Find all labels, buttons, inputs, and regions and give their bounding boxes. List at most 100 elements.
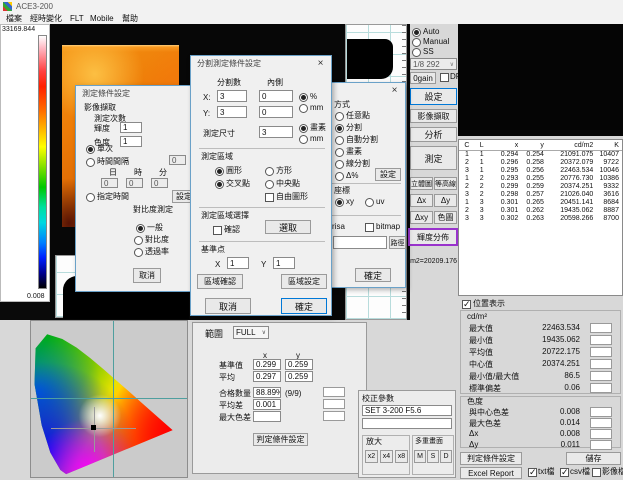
calibration-value-field-2[interactable] bbox=[362, 418, 452, 429]
stat-flag-box[interactable] bbox=[590, 440, 612, 450]
settings-button[interactable]: 設定 bbox=[410, 88, 457, 105]
table-row[interactable]: 310.2950.25622463.53410046 bbox=[459, 167, 622, 175]
base-y-field[interactable]: 1 bbox=[273, 257, 295, 269]
table-row[interactable]: 210.2960.25820372.0799722 bbox=[459, 159, 622, 167]
menu-item-timelapse[interactable]: 經時變化 bbox=[30, 14, 62, 23]
average-y-field[interactable]: 0.259 bbox=[285, 371, 313, 382]
stat-flag-box[interactable] bbox=[590, 335, 612, 345]
contour-button[interactable]: 等高線 bbox=[434, 177, 457, 190]
single-radio[interactable] bbox=[86, 145, 95, 154]
zoom-x2-button[interactable]: x2 bbox=[365, 450, 378, 463]
table-row[interactable]: 130.3010.26520451.1418684 bbox=[459, 199, 622, 207]
table-row[interactable]: 330.3020.26320598.2668700 bbox=[459, 215, 622, 223]
save-button[interactable]: 儲存 bbox=[566, 452, 621, 465]
menu-item-file[interactable]: 檔案 bbox=[6, 14, 22, 23]
range-judge-button[interactable]: 判定條件設定 bbox=[253, 433, 308, 446]
delta-xy-button[interactable]: Δxy bbox=[410, 211, 433, 224]
zero-gain-button[interactable]: 0gain bbox=[410, 72, 436, 84]
luminance-distribution-button[interactable]: 輝度分佈 bbox=[408, 228, 458, 246]
uv-radio[interactable] bbox=[365, 198, 374, 207]
pick-button[interactable]: 選取 bbox=[265, 220, 311, 234]
close-icon[interactable]: × bbox=[313, 58, 328, 70]
result-flag-box[interactable] bbox=[323, 411, 345, 421]
menu-item-flt[interactable]: FLT bbox=[70, 14, 84, 23]
delta-y-button[interactable]: Δy bbox=[434, 194, 457, 207]
y-inner-field[interactable]: 0 bbox=[259, 106, 293, 118]
center-radio[interactable] bbox=[265, 180, 274, 189]
multiscreen-d-button[interactable]: D bbox=[440, 450, 452, 463]
stat-flag-box[interactable] bbox=[590, 347, 612, 357]
stereo-button[interactable]: 立體圖 bbox=[410, 177, 433, 190]
colormap-button[interactable]: 色圖 bbox=[434, 211, 457, 224]
split-radio[interactable] bbox=[335, 124, 344, 133]
x-inner-field[interactable]: 0 bbox=[259, 90, 293, 102]
delta-percent-radio[interactable] bbox=[335, 172, 344, 181]
xy-radio[interactable] bbox=[335, 198, 344, 207]
dr-checkbox[interactable] bbox=[440, 73, 449, 82]
measure-button[interactable]: 測定 bbox=[410, 146, 457, 170]
base-x-field[interactable]: 1 bbox=[227, 257, 249, 269]
transmittance-radio[interactable] bbox=[134, 248, 143, 257]
radio-auto[interactable] bbox=[412, 28, 421, 37]
interval-radio[interactable] bbox=[86, 158, 95, 167]
shutter-select[interactable]: 1/8 292 ∨ bbox=[410, 58, 457, 70]
method-set-button[interactable]: 設定 bbox=[375, 168, 401, 181]
area-set-button[interactable]: 區域設定 bbox=[281, 274, 327, 289]
contrast-radio[interactable] bbox=[134, 236, 143, 245]
table-row[interactable]: 110.2940.25421091.07510407 bbox=[459, 151, 622, 159]
radio-ss[interactable] bbox=[412, 48, 421, 57]
bitmap-checkbox[interactable] bbox=[365, 223, 374, 232]
multiscreen-m-button[interactable]: M bbox=[414, 450, 426, 463]
percent-radio[interactable] bbox=[299, 93, 308, 102]
area-confirm-button[interactable]: 區域確認 bbox=[197, 274, 243, 289]
confirm-checkbox[interactable] bbox=[213, 226, 222, 235]
csv-checkbox[interactable] bbox=[560, 468, 569, 477]
cie-marker[interactable] bbox=[91, 425, 96, 430]
measurement-table[interactable]: C L x y cd/m2 K 110.2940.25421091.075104… bbox=[458, 139, 623, 296]
y-div-field[interactable]: 3 bbox=[217, 106, 247, 118]
arbitrary-point-radio[interactable] bbox=[335, 112, 344, 121]
result-flag-box[interactable] bbox=[323, 399, 345, 409]
position-display-checkbox[interactable] bbox=[462, 300, 471, 309]
line-split-radio[interactable] bbox=[335, 160, 344, 169]
cie-diagram-panel[interactable] bbox=[30, 320, 188, 478]
specified-time-radio[interactable] bbox=[86, 193, 95, 202]
ok-button[interactable]: 確定 bbox=[281, 298, 327, 314]
menu-item-help[interactable]: 幫助 bbox=[122, 14, 138, 23]
table-row[interactable]: 230.3010.26219435.0628887 bbox=[459, 207, 622, 215]
average-x-field[interactable]: 0.297 bbox=[253, 371, 281, 382]
x-div-field[interactable]: 3 bbox=[217, 90, 247, 102]
table-row[interactable]: 120.2930.25520776.73010386 bbox=[459, 175, 622, 183]
path-button[interactable]: 路徑 bbox=[389, 236, 406, 249]
reference-x-field[interactable]: 0.299 bbox=[253, 359, 281, 370]
size-field[interactable]: 3 bbox=[259, 126, 293, 138]
capture-button[interactable]: 影像擷取 bbox=[410, 109, 457, 123]
path-field[interactable] bbox=[333, 236, 387, 249]
radio-manual[interactable] bbox=[412, 38, 421, 47]
circle-radio[interactable] bbox=[215, 167, 224, 176]
judge-condition-button[interactable]: 判定條件設定 bbox=[460, 452, 522, 465]
preview-thumbnail[interactable] bbox=[458, 24, 623, 136]
calibration-value-field[interactable]: SET 3-200 F5.6 bbox=[362, 405, 452, 416]
ok-button[interactable]: 確定 bbox=[355, 268, 391, 282]
general-radio[interactable] bbox=[136, 224, 145, 233]
title-bar[interactable]: ACE3-200 bbox=[0, 0, 623, 14]
analyze-button[interactable]: 分析 bbox=[410, 127, 457, 142]
free-shape-checkbox[interactable] bbox=[265, 193, 274, 202]
reference-y-field[interactable]: 0.259 bbox=[285, 359, 313, 370]
cancel-button[interactable]: 取消 bbox=[205, 298, 251, 314]
mm-unit-radio[interactable] bbox=[299, 135, 308, 144]
menu-item-mobile[interactable]: Mobile bbox=[90, 14, 114, 23]
rect-radio[interactable] bbox=[265, 167, 274, 176]
dialog-title-bar[interactable]: 測定條件設定 bbox=[77, 87, 196, 100]
zoom-x4-button[interactable]: x4 bbox=[380, 450, 393, 463]
stat-flag-box[interactable] bbox=[590, 418, 612, 428]
stat-flag-box[interactable] bbox=[590, 383, 612, 393]
close-icon[interactable]: × bbox=[387, 85, 402, 97]
stat-flag-box[interactable] bbox=[590, 429, 612, 439]
mm-radio[interactable] bbox=[299, 104, 308, 113]
cancel-button[interactable]: 取消 bbox=[133, 268, 161, 283]
auto-split-radio[interactable] bbox=[335, 136, 344, 145]
pixel-radio[interactable] bbox=[335, 148, 344, 157]
table-row[interactable]: 220.2990.25920374.2519332 bbox=[459, 183, 622, 191]
